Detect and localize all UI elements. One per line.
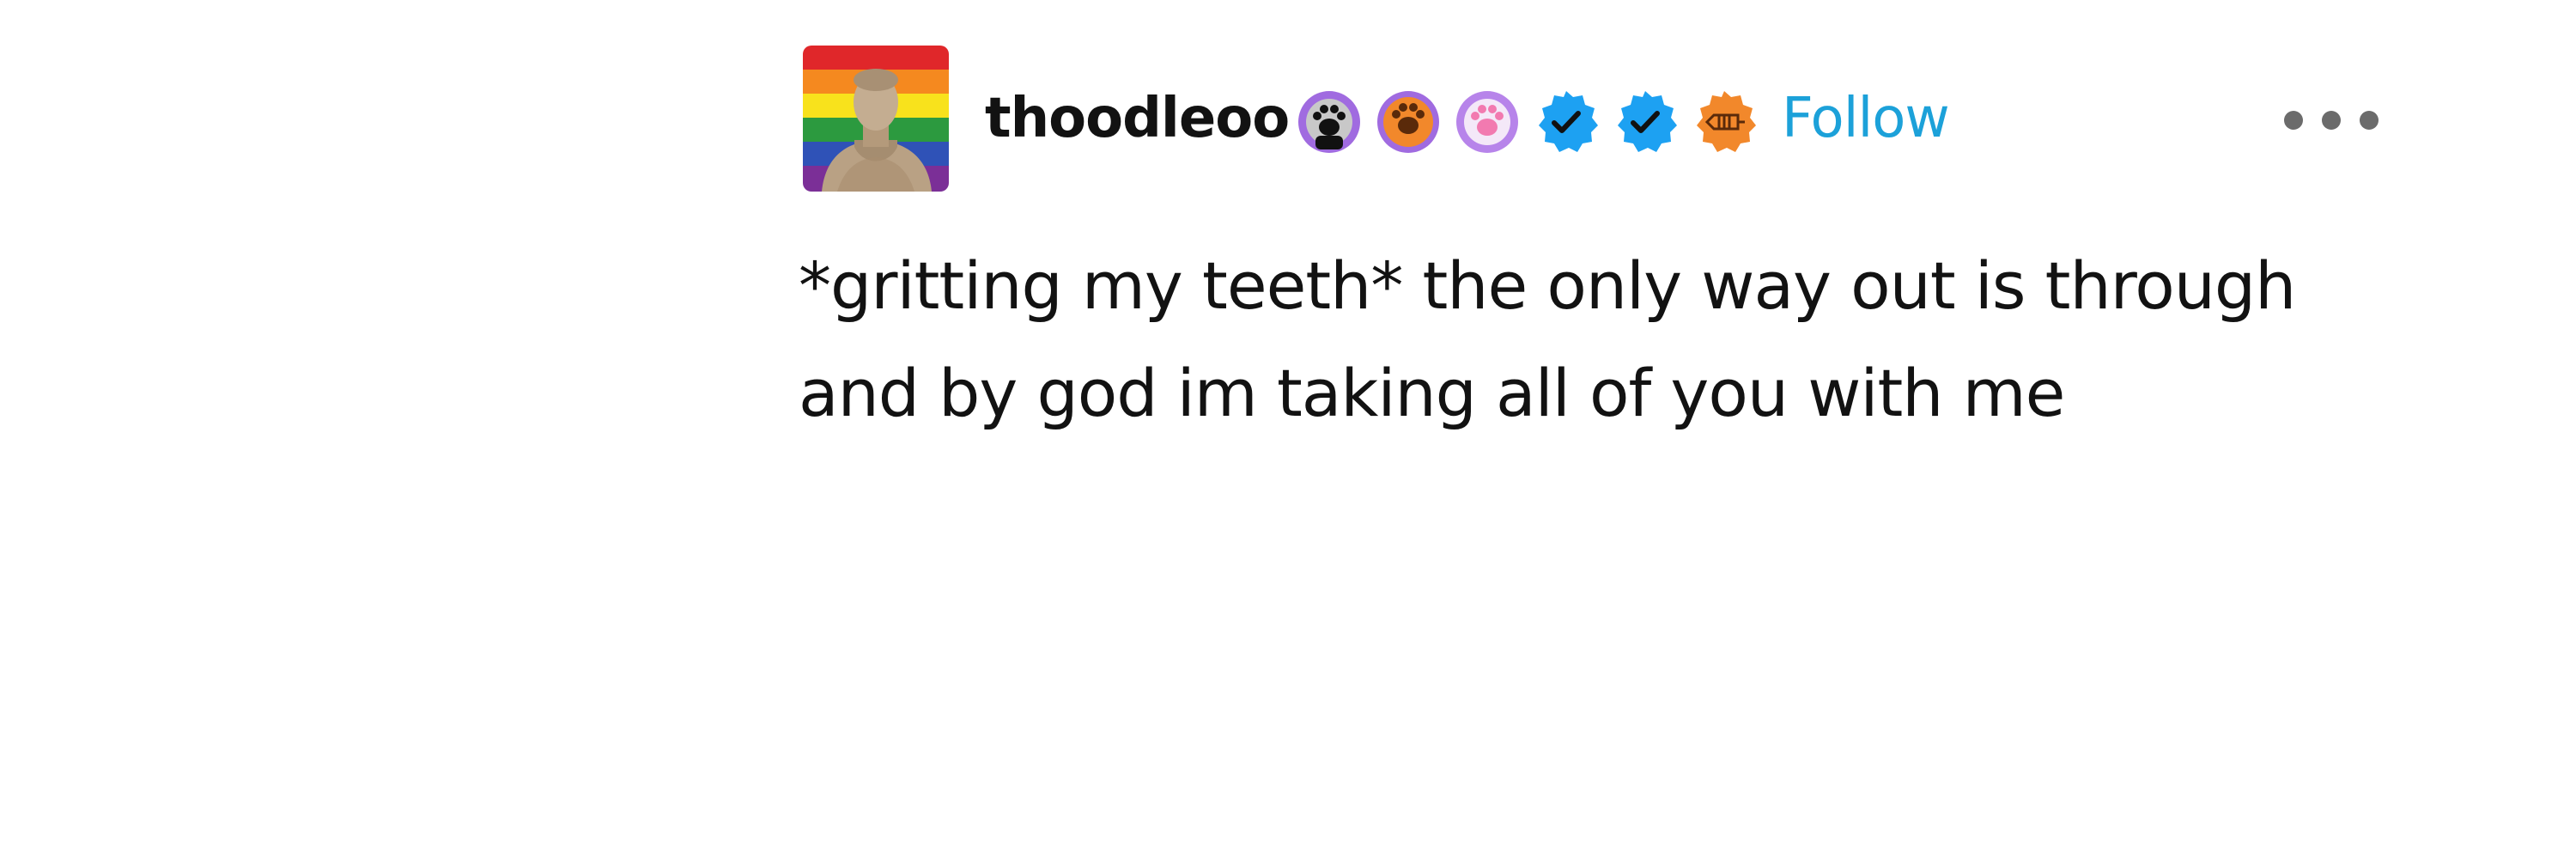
menu-dot	[2284, 111, 2303, 130]
avatar-image	[803, 46, 949, 192]
avatar[interactable]	[803, 46, 949, 192]
paw-print-icon[interactable]	[1376, 89, 1441, 155]
ticket-icon[interactable]	[1692, 89, 1757, 155]
post-card: thoodleoo Follow *gritting my teeth* the…	[799, 43, 2379, 472]
badge-row	[1297, 89, 1771, 155]
post-text-line: and by god im taking all of you with me	[799, 355, 2065, 431]
paw-print-icon[interactable]	[1455, 89, 1520, 155]
paw-print-icon[interactable]	[1297, 89, 1362, 155]
verified-check-icon[interactable]	[1613, 89, 1678, 155]
menu-dot	[2360, 111, 2379, 130]
menu-dot	[2322, 111, 2341, 130]
verified-check-icon[interactable]	[1534, 89, 1599, 155]
username[interactable]: thoodleoo	[985, 87, 1290, 150]
post-header: thoodleoo Follow	[799, 43, 2379, 193]
post-body: *gritting my teeth* the only way out is …	[799, 232, 2379, 447]
follow-button[interactable]: Follow	[1782, 87, 1950, 150]
post-text-line: *gritting my teeth* the only way out is …	[799, 247, 2296, 324]
ellipsis-icon[interactable]	[2284, 105, 2379, 136]
